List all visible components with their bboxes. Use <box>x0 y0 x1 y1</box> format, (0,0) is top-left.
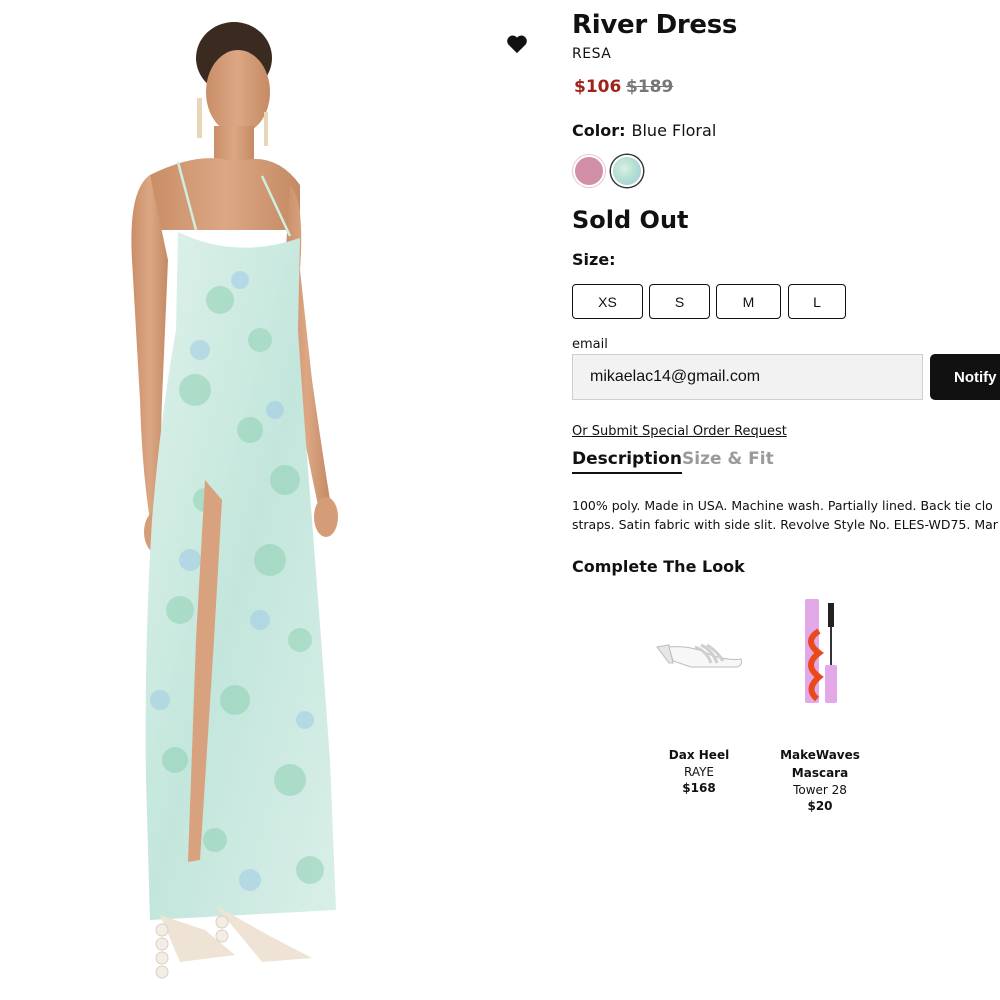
color-swatch-blue-floral[interactable] <box>611 155 643 187</box>
mascara-icon <box>805 599 837 703</box>
complete-the-look-title: Complete The Look <box>572 557 745 576</box>
size-button-m[interactable]: M <box>716 284 781 319</box>
size-button-l[interactable]: L <box>788 284 846 319</box>
look-item-brand: RAYE <box>683 765 715 779</box>
look-item-brand: Tower 28 <box>793 783 847 797</box>
notify-button[interactable]: Notify <box>930 354 1000 400</box>
availability-status: Sold Out <box>572 206 689 234</box>
look-item-image <box>765 588 875 718</box>
size-button-xs[interactable]: XS <box>572 284 643 319</box>
model-photo <box>131 22 338 979</box>
special-order-link[interactable]: Or Submit Special Order Request <box>572 424 787 439</box>
email-input[interactable] <box>572 354 923 400</box>
product-title: River Dress <box>572 10 738 40</box>
look-item-makewaves-mascara[interactable]: MakeWaves Mascara Tower 28 $20 <box>765 588 875 814</box>
sale-price: $106 <box>574 77 622 97</box>
sandal-icon <box>656 643 742 668</box>
product-description: 100% poly. Made in USA. Machine wash. Pa… <box>572 496 1000 534</box>
original-price: $189 <box>626 77 674 97</box>
description-line: 100% poly. Made in USA. Machine wash. Pa… <box>572 498 993 513</box>
product-image[interactable] <box>0 0 520 1000</box>
color-selector-label: Color: Blue Floral <box>572 121 716 140</box>
email-label: email <box>572 337 608 352</box>
look-item-price: $20 <box>807 799 833 813</box>
color-label: Color: <box>572 121 626 140</box>
size-label: Size: <box>572 250 616 269</box>
wishlist-heart-icon[interactable] <box>506 34 532 58</box>
look-item-image <box>644 588 754 718</box>
size-button-s[interactable]: S <box>649 284 710 319</box>
tab-size-fit[interactable]: Size & Fit <box>682 449 774 469</box>
product-info-panel: River Dress RESA $106 $189 Color: Blue Fl… <box>572 0 1000 1000</box>
color-value: Blue Floral <box>631 121 717 140</box>
product-brand[interactable]: RESA <box>572 46 611 62</box>
look-item-name: MakeWaves Mascara <box>780 748 860 780</box>
description-line: straps. Satin fabric with side slit. Rev… <box>572 517 998 532</box>
color-swatch-pink[interactable] <box>573 155 605 187</box>
tab-description[interactable]: Description <box>572 449 682 474</box>
look-item-name: Dax Heel <box>668 748 730 762</box>
look-item-price: $168 <box>682 781 716 795</box>
look-item-dax-heel[interactable]: Dax Heel RAYE $168 <box>644 588 754 796</box>
